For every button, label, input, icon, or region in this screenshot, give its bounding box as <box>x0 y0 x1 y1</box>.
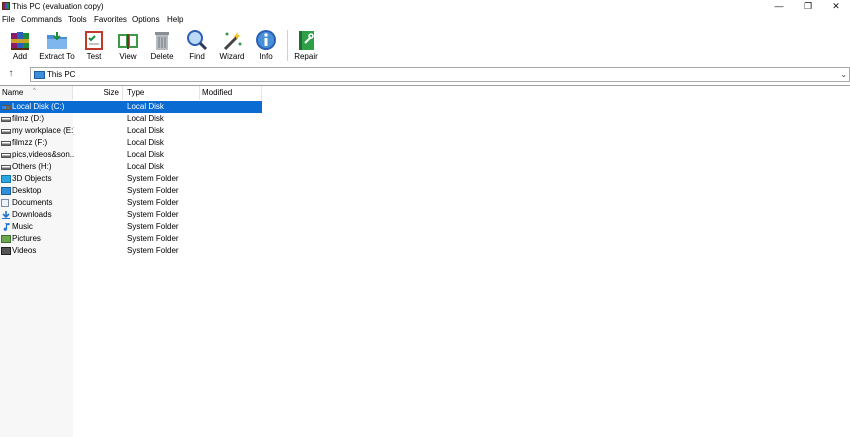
file-rows: Local Disk (C:) Local Disk filmz (D:) Lo… <box>0 101 262 257</box>
column-headers: Name ^ Size Type Modified <box>0 86 262 100</box>
archive-books-icon <box>11 32 29 50</box>
file-type: System Folder <box>127 174 179 183</box>
file-type: Local Disk <box>127 114 164 123</box>
chevron-down-icon[interactable]: ⌄ <box>840 68 847 81</box>
drive-icon <box>1 141 11 146</box>
checklist-icon <box>85 31 103 50</box>
table-row[interactable]: pics,videos&son... Local Disk <box>0 149 262 161</box>
restore-button[interactable]: ❐ <box>794 0 822 13</box>
file-name: pics,videos&son... <box>12 150 74 159</box>
file-name: my workplace (E:) <box>12 126 74 135</box>
address-bar: ↑ This PC ⌄ <box>0 67 850 82</box>
table-row[interactable]: Others (H:) Local Disk <box>0 161 262 173</box>
folder-extract-icon <box>47 32 67 49</box>
file-type: Local Disk <box>127 126 164 135</box>
table-row[interactable]: Music System Folder <box>0 221 262 233</box>
table-row[interactable]: Downloads System Folder <box>0 209 262 221</box>
drive-icon <box>1 129 11 134</box>
table-row[interactable]: Local Disk (C:) Local Disk <box>0 101 262 113</box>
drive-icon <box>1 165 11 170</box>
file-type: System Folder <box>127 198 179 207</box>
file-type: Local Disk <box>127 138 164 147</box>
file-name: 3D Objects <box>12 174 52 183</box>
table-row[interactable]: Documents System Folder <box>0 197 262 209</box>
title-bar: This PC (evaluation copy) — ❐ ✕ <box>0 0 850 13</box>
file-type: Local Disk <box>127 102 164 111</box>
file-name: Videos <box>12 246 37 255</box>
info-icon <box>256 30 276 50</box>
table-row[interactable]: my workplace (E:) Local Disk <box>0 125 262 137</box>
file-name: Downloads <box>12 210 52 219</box>
column-header-size[interactable]: Size <box>73 86 123 100</box>
file-name: Pictures <box>12 234 41 243</box>
trash-can-icon <box>155 32 169 50</box>
file-list[interactable]: Name ^ Size Type Modified Local Disk (C:)… <box>0 85 850 437</box>
desktop-icon <box>1 187 11 195</box>
menu-file[interactable]: File <box>2 14 15 26</box>
videos-icon <box>1 247 11 255</box>
file-type: System Folder <box>127 234 179 243</box>
repair-button[interactable]: Repair <box>286 27 326 64</box>
menu-tools[interactable]: Tools <box>68 14 87 26</box>
file-name: Desktop <box>12 186 42 195</box>
music-icon <box>3 223 10 231</box>
menu-bar: File Commands Tools Favorites Options He… <box>0 14 850 26</box>
file-name: Music <box>12 222 33 231</box>
windows-drive-icon <box>1 105 11 110</box>
this-pc-icon <box>34 71 45 79</box>
column-header-name[interactable]: Name ^ <box>0 86 73 100</box>
menu-commands[interactable]: Commands <box>21 14 62 26</box>
file-name: Others (H:) <box>12 162 52 171</box>
magnifier-icon <box>187 30 208 51</box>
file-name: Documents <box>12 198 53 207</box>
file-name: filmz (D:) <box>12 114 44 123</box>
file-name: filmzz (F:) <box>12 138 48 147</box>
table-row[interactable]: Videos System Folder <box>0 245 262 257</box>
toolbar: Add Extract To Test View Delete Find Wiz… <box>0 27 850 64</box>
file-type: Local Disk <box>127 150 164 159</box>
path-text: This PC <box>47 70 76 79</box>
path-field[interactable]: This PC ⌄ <box>30 67 850 82</box>
winrar-app-icon <box>2 2 10 10</box>
file-type: System Folder <box>127 222 179 231</box>
drive-icon <box>1 117 11 122</box>
file-type: System Folder <box>127 186 179 195</box>
file-type: Local Disk <box>127 162 164 171</box>
table-row[interactable]: filmz (D:) Local Disk <box>0 113 262 125</box>
downloads-icon <box>2 211 10 219</box>
table-row[interactable]: Pictures System Folder <box>0 233 262 245</box>
window-title: This PC (evaluation copy) <box>12 2 104 11</box>
file-type: System Folder <box>127 246 179 255</box>
repair-book-icon <box>299 31 314 50</box>
magic-wand-icon <box>223 32 242 51</box>
up-arrow-icon[interactable]: ↑ <box>2 67 20 82</box>
menu-help[interactable]: Help <box>167 14 183 26</box>
file-type: System Folder <box>127 210 179 219</box>
3d-objects-icon <box>1 175 11 183</box>
sort-arrow-icon: ^ <box>33 88 36 94</box>
drive-icon <box>1 153 11 158</box>
open-book-icon <box>118 34 138 49</box>
table-row[interactable]: 3D Objects System Folder <box>0 173 262 185</box>
pictures-icon <box>1 235 11 243</box>
menu-favorites[interactable]: Favorites <box>94 14 127 26</box>
close-button[interactable]: ✕ <box>822 0 850 13</box>
table-row[interactable]: filmzz (F:) Local Disk <box>0 137 262 149</box>
minimize-button[interactable]: — <box>765 0 793 13</box>
column-header-modified[interactable]: Modified <box>200 86 262 100</box>
column-header-type[interactable]: Type <box>125 86 200 100</box>
file-name: Local Disk (C:) <box>12 102 65 111</box>
menu-options[interactable]: Options <box>132 14 160 26</box>
table-row[interactable]: Desktop System Folder <box>0 185 262 197</box>
documents-icon <box>1 199 9 207</box>
